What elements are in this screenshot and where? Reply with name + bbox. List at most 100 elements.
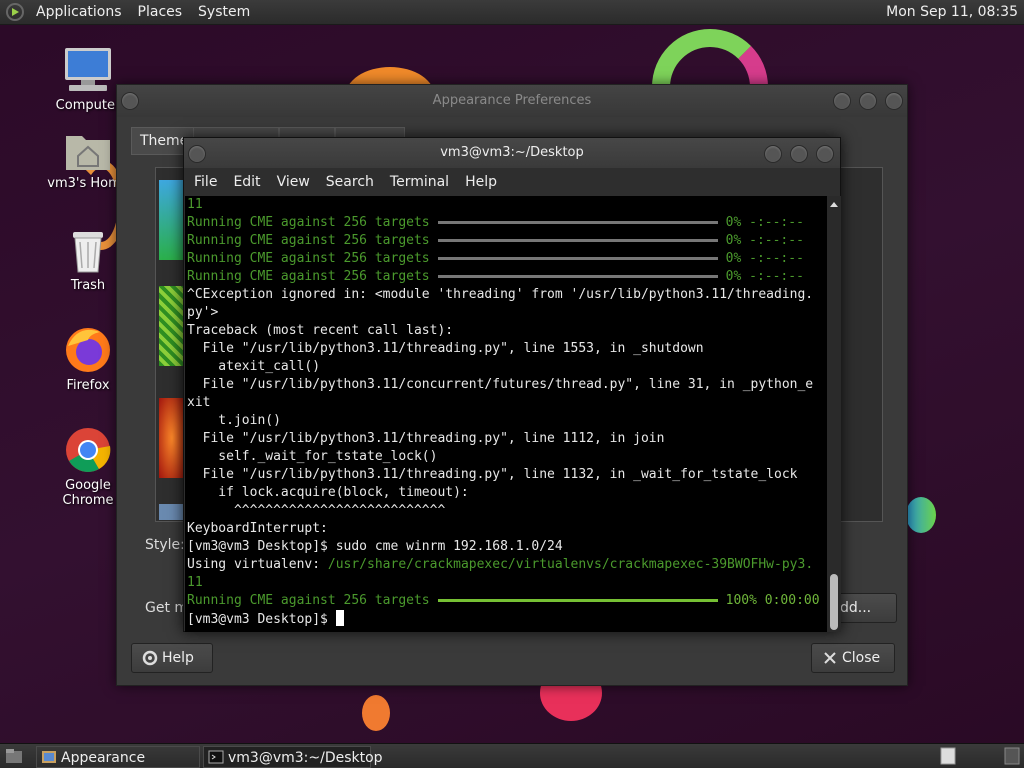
progress-status: 0% -:--:--	[725, 215, 804, 230]
terminal-line: KeyboardInterrupt:	[187, 521, 328, 536]
menu-places[interactable]: Places	[130, 0, 191, 25]
progress-label: Running CME against 256 targets	[187, 215, 430, 230]
progress-status: 0% -:--:--	[725, 269, 804, 284]
terminal-line: xit	[187, 395, 211, 410]
applications-logo-icon[interactable]	[6, 3, 24, 21]
thumbnail-blue-green[interactable]	[159, 180, 185, 260]
terminal-app-icon	[208, 750, 224, 764]
thumbnail-green-leaf[interactable]	[159, 286, 185, 366]
taskbar-item-appearance[interactable]: Appearance Prefere...	[36, 746, 200, 768]
maximize-button[interactable]	[790, 145, 808, 163]
appearance-window-title: Appearance Preferences	[432, 93, 592, 108]
thumbnail-red-flower[interactable]	[159, 398, 185, 478]
text-cursor	[335, 610, 344, 626]
minimize-button[interactable]	[764, 145, 782, 163]
desktop-icon-label: Computer	[55, 98, 121, 113]
workspace-switcher-icon[interactable]	[940, 747, 956, 765]
progress-label: Running CME against 256 targets	[187, 593, 430, 608]
menu-terminal[interactable]: Terminal	[382, 174, 457, 190]
window-menu-button[interactable]	[121, 92, 139, 110]
help-icon	[142, 650, 158, 666]
home-folder-icon	[66, 136, 110, 170]
menu-file[interactable]: File	[186, 174, 225, 190]
terminal-line: ^CException ignored in: <module 'threadi…	[187, 287, 814, 302]
desktop-icon-label: Google Chrome	[62, 478, 114, 508]
progress-line: Running CME against 256 targets 0% -:--:-…	[185, 268, 827, 286]
shell-prompt: [vm3@vm3 Desktop]$	[187, 612, 336, 627]
terminal-line: File "/usr/lib/python3.11/threading.py",…	[187, 341, 704, 356]
terminal-menubar: File Edit View Search Terminal Help	[184, 168, 840, 196]
progress-line: Running CME against 256 targets 0% -:--:-…	[185, 232, 827, 250]
window-menu-button[interactable]	[188, 145, 206, 163]
venv-line: Using virtualenv: /usr/share/crackmapexe…	[185, 556, 827, 574]
terminal-line: atexit_call()	[187, 359, 321, 374]
maximize-button[interactable]	[859, 92, 877, 110]
style-label: Style:	[145, 537, 185, 553]
desktop-icon-label: Firefox	[66, 378, 110, 393]
taskbar: Appearance Prefere... vm3@vm3:~/Desktop	[0, 743, 1024, 768]
terminal-line: Traceback (most recent call last):	[187, 323, 454, 338]
terminal-scrollbar[interactable]	[827, 196, 841, 632]
scroll-up-arrow-icon[interactable]	[827, 198, 841, 210]
terminal-line: File "/usr/lib/python3.11/concurrent/fut…	[187, 377, 814, 392]
add-button[interactable]: dd...	[835, 593, 897, 623]
close-window-button[interactable]	[885, 92, 903, 110]
prompt-line[interactable]: [vm3@vm3 Desktop]$	[185, 610, 827, 628]
firefox-icon	[66, 328, 110, 372]
menu-applications[interactable]: Applications	[28, 0, 130, 25]
progress-bar	[437, 239, 718, 242]
desktop-icon-label: Trash	[70, 278, 106, 293]
appearance-app-icon	[42, 751, 56, 763]
progress-status: 0% -:--:--	[725, 233, 804, 248]
progress-bar	[437, 275, 718, 278]
progress-status-done: 100% 0:00:00	[725, 593, 820, 608]
terminal-line: t.join()	[187, 413, 281, 428]
terminal-titlebar[interactable]: vm3@vm3:~/Desktop	[184, 138, 840, 168]
terminal-line: File "/usr/lib/python3.11/threading.py",…	[187, 467, 798, 482]
terminal-line: [vm3@vm3 Desktop]$ sudo cme winrm 192.16…	[187, 539, 563, 554]
terminal-line: py'>	[187, 305, 219, 320]
menu-system[interactable]: System	[190, 0, 258, 25]
close-icon	[824, 652, 836, 664]
close-button[interactable]: Close	[811, 643, 895, 673]
terminal-screen[interactable]: 11 Running CME against 256 targets 0% -:-…	[185, 196, 827, 632]
menu-edit[interactable]: Edit	[225, 174, 268, 190]
menu-help[interactable]: Help	[457, 174, 505, 190]
progress-label: Running CME against 256 targets	[187, 251, 430, 266]
progress-bar	[437, 257, 718, 260]
menu-view[interactable]: View	[269, 174, 318, 190]
thumbnail-partial[interactable]	[159, 504, 185, 520]
progress-label: Running CME against 256 targets	[187, 269, 430, 284]
progress-label: Running CME against 256 targets	[187, 233, 430, 248]
taskbar-item-terminal[interactable]: vm3@vm3:~/Desktop	[203, 746, 383, 768]
clock[interactable]: Mon Sep 11, 08:35	[886, 0, 1018, 25]
help-button[interactable]: Help	[131, 643, 213, 673]
terminal-line: ^^^^^^^^^^^^^^^^^^^^^^^^^^^	[187, 503, 446, 518]
progress-bar	[437, 221, 718, 224]
get-more-label[interactable]: Get m	[145, 600, 188, 616]
minimize-button[interactable]	[833, 92, 851, 110]
close-window-button[interactable]	[816, 145, 834, 163]
workspace-2-icon[interactable]	[1004, 747, 1020, 765]
show-desktop-icon[interactable]	[4, 747, 24, 765]
venv-path-cont: 11	[187, 575, 203, 590]
appearance-titlebar[interactable]: Appearance Preferences	[117, 85, 907, 117]
terminal-window-title: vm3@vm3:~/Desktop	[440, 145, 584, 160]
decor-blob-blue	[906, 497, 936, 533]
progress-status: 0% -:--:--	[725, 251, 804, 266]
terminal-window: vm3@vm3:~/Desktop File Edit View Search …	[183, 137, 841, 632]
scrollbar-thumb[interactable]	[830, 574, 838, 630]
terminal-line: 11	[187, 197, 203, 212]
progress-line: Running CME against 256 targets 0% -:--:-…	[185, 250, 827, 268]
menu-search[interactable]: Search	[318, 174, 382, 190]
progress-line: Running CME against 256 targets 0% -:--:-…	[185, 214, 827, 232]
terminal-line: self._wait_for_tstate_lock()	[187, 449, 438, 464]
terminal-line: File "/usr/lib/python3.11/threading.py",…	[187, 431, 665, 446]
decor-blob-orange-bottom	[362, 695, 390, 731]
top-panel: Applications Places System Mon Sep 11, 0…	[0, 0, 1024, 25]
venv-path: /usr/share/crackmapexec/virtualenvs/crac…	[327, 557, 814, 572]
progress-line-done: Running CME against 256 targets 100% 0:00…	[185, 592, 827, 610]
terminal-line: if lock.acquire(block, timeout):	[187, 485, 469, 500]
trash-icon	[73, 232, 103, 273]
progress-bar-complete	[437, 599, 718, 602]
